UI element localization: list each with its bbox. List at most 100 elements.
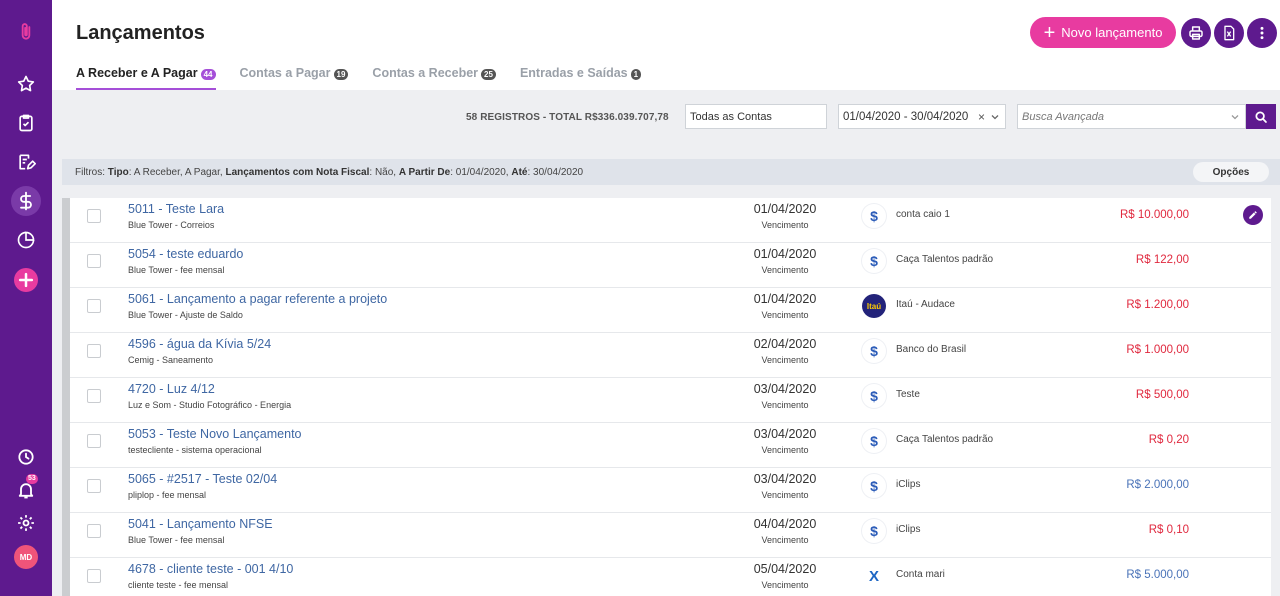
- row-checkbox[interactable]: [87, 344, 101, 358]
- logo-icon[interactable]: [0, 16, 52, 48]
- table-row[interactable]: 5053 - Teste Novo Lançamento testecliente…: [62, 423, 1271, 468]
- new-entry-button[interactable]: + Novo lançamento: [1030, 17, 1176, 48]
- row-checkbox[interactable]: [87, 479, 101, 493]
- entry-title[interactable]: 5011 - Teste Lara: [128, 202, 224, 216]
- page-title: Lançamentos: [76, 22, 205, 44]
- entry-amount: R$ 1.200,00: [1126, 299, 1189, 311]
- entry-subtitle: cliente teste - fee mensal: [128, 580, 229, 590]
- date-range-picker[interactable]: 01/04/2020 - 30/04/2020 ×: [838, 104, 1006, 129]
- entry-date-label: Vencimento: [761, 310, 809, 320]
- new-entry-label: Novo lançamento: [1061, 25, 1163, 40]
- gear-icon[interactable]: [0, 507, 52, 539]
- table-row[interactable]: 5011 - Teste Lara Blue Tower - Correios 01…: [62, 198, 1271, 243]
- row-status-bar: [62, 288, 70, 333]
- entry-title[interactable]: 4678 - cliente teste - 001 4/10: [128, 562, 293, 576]
- table-row[interactable]: 5061 - Lançamento a pagar referente a pr…: [62, 288, 1271, 333]
- search-button[interactable]: [1246, 104, 1276, 129]
- entry-title[interactable]: 5054 - teste eduardo: [128, 247, 243, 261]
- row-checkbox[interactable]: [87, 254, 101, 268]
- clear-date-icon[interactable]: ×: [978, 110, 985, 124]
- export-excel-button[interactable]: [1214, 18, 1244, 48]
- clock-icon[interactable]: [0, 441, 52, 473]
- entry-date: 01/04/2020: [753, 292, 817, 306]
- entry-subtitle: Luz e Som - Studio Fotográfico - Energia: [128, 400, 292, 410]
- tab-count: 1: [630, 69, 642, 80]
- table-row[interactable]: 5065 - #2517 - Teste 02/04 pliplop - fee …: [62, 468, 1271, 513]
- tab-count: 25: [481, 69, 496, 80]
- entry-amount: R$ 122,00: [1135, 254, 1189, 266]
- entry-date-label: Vencimento: [761, 535, 809, 545]
- advanced-search-input[interactable]: Busca Avançada: [1017, 104, 1246, 129]
- bell-icon[interactable]: 53: [0, 474, 52, 506]
- entry-account: iClips: [896, 479, 921, 490]
- entry-title[interactable]: 5061 - Lançamento a pagar referente a pr…: [128, 292, 387, 306]
- tab-receber-e-pagar[interactable]: A Receber e A Pagar 44: [76, 62, 216, 90]
- entry-account: Caça Talentos padrão: [896, 434, 994, 445]
- tab-contas-a-pagar[interactable]: Contas a Pagar 19: [240, 62, 349, 90]
- table-row[interactable]: 4596 - água da Kívia 5/24 Cemig - Saneame…: [62, 333, 1271, 378]
- dollar-bank-icon: $: [862, 474, 886, 498]
- dollar-bank-icon: $: [862, 429, 886, 453]
- entry-amount: R$ 0,20: [1148, 434, 1189, 446]
- entry-title[interactable]: 5041 - Lançamento NFSE: [128, 517, 273, 531]
- entry-account: Conta mari: [896, 569, 945, 580]
- itau-bank-icon: Itaú: [862, 294, 886, 318]
- entry-amount: R$ 5.000,00: [1126, 569, 1189, 581]
- entry-date: 03/04/2020: [753, 427, 817, 441]
- tab-bar: A Receber e A Pagar 44 Contas a Pagar 19…: [76, 62, 665, 90]
- options-button[interactable]: Opções: [1193, 162, 1269, 182]
- entry-account: Itaú - Audace: [896, 299, 955, 310]
- entry-date: 03/04/2020: [753, 472, 817, 486]
- star-icon[interactable]: [0, 68, 52, 100]
- account-select[interactable]: Todas as Contas: [685, 104, 827, 129]
- entry-date: 01/04/2020: [753, 247, 817, 261]
- row-status-bar: [62, 333, 70, 378]
- pencil-icon: [1249, 211, 1257, 219]
- entry-account: Teste: [896, 389, 920, 400]
- kebab-icon: [1260, 26, 1264, 40]
- table-row[interactable]: 4678 - cliente teste - 001 4/10 cliente t…: [62, 558, 1271, 596]
- row-checkbox[interactable]: [87, 434, 101, 448]
- entry-date-label: Vencimento: [761, 400, 809, 410]
- entry-date-label: Vencimento: [761, 355, 809, 365]
- print-button[interactable]: [1181, 18, 1211, 48]
- row-checkbox[interactable]: [87, 569, 101, 583]
- edit-note-icon[interactable]: [0, 146, 52, 178]
- clipboard-check-icon[interactable]: [0, 107, 52, 139]
- plus-icon[interactable]: [0, 264, 52, 296]
- entry-date: 01/04/2020: [753, 202, 817, 216]
- pie-chart-icon[interactable]: [0, 224, 52, 256]
- chevron-down-icon: [1231, 114, 1239, 119]
- tab-contas-a-receber[interactable]: Contas a Receber 25: [372, 62, 496, 90]
- dollar-bank-icon: $: [862, 249, 886, 273]
- entry-title[interactable]: 5065 - #2517 - Teste 02/04: [128, 472, 277, 486]
- row-status-bar: [62, 243, 70, 288]
- entry-title[interactable]: 4720 - Luz 4/12: [128, 382, 215, 396]
- entry-account: conta caio 1: [896, 209, 950, 220]
- entry-date-label: Vencimento: [761, 580, 809, 590]
- row-status-bar: [62, 468, 70, 513]
- row-checkbox[interactable]: [87, 389, 101, 403]
- dollar-icon[interactable]: [0, 185, 52, 217]
- entry-title[interactable]: 5053 - Teste Novo Lançamento: [128, 427, 302, 441]
- table-row[interactable]: 5041 - Lançamento NFSE Blue Tower - fee m…: [62, 513, 1271, 558]
- more-options-button[interactable]: [1247, 18, 1277, 48]
- entry-subtitle: pliplop - fee mensal: [128, 490, 207, 500]
- entry-date-label: Vencimento: [761, 490, 809, 500]
- row-checkbox[interactable]: [87, 299, 101, 313]
- edit-button[interactable]: [1243, 205, 1263, 225]
- entry-subtitle: Cemig - Saneamento: [128, 355, 214, 365]
- dollar-bank-icon: $: [862, 339, 886, 363]
- row-checkbox[interactable]: [87, 209, 101, 223]
- tab-count: 19: [333, 69, 349, 80]
- table-row[interactable]: 4720 - Luz 4/12 Luz e Som - Studio Fotogr…: [62, 378, 1271, 423]
- tab-entradas-e-saidas[interactable]: Entradas e Saídas 1: [520, 62, 642, 90]
- table-row[interactable]: 5054 - teste eduardo Blue Tower - fee men…: [62, 243, 1271, 288]
- tab-count: 44: [200, 69, 216, 80]
- row-checkbox[interactable]: [87, 524, 101, 538]
- entry-title[interactable]: 4596 - água da Kívia 5/24: [128, 337, 271, 351]
- entry-amount: R$ 0,10: [1148, 524, 1189, 536]
- user-avatar[interactable]: MD: [0, 541, 52, 573]
- row-status-bar: [62, 423, 70, 468]
- entry-date: 05/04/2020: [753, 562, 817, 576]
